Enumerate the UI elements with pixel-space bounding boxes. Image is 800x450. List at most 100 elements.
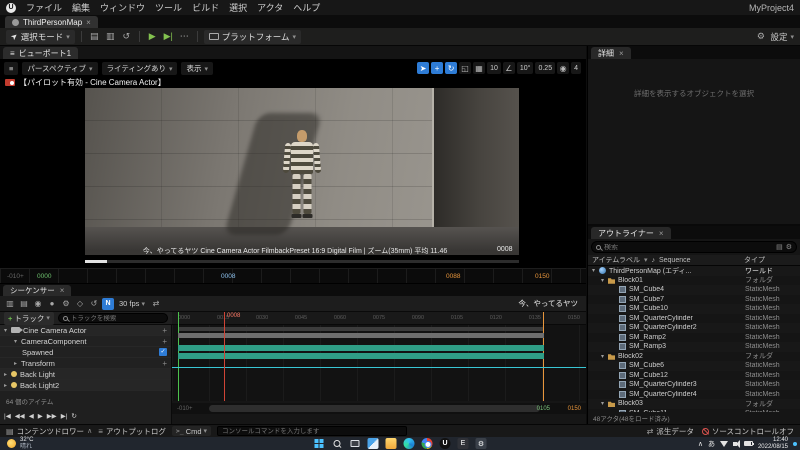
outliner-search-input[interactable] xyxy=(604,243,774,251)
jump-forward-icon[interactable]: ▶▶ xyxy=(47,412,57,420)
play-reverse-icon[interactable]: ◀ xyxy=(29,412,34,420)
pinned-sequence-label[interactable]: Sequence xyxy=(659,257,691,264)
select-tool-icon[interactable]: ➤ xyxy=(417,62,430,74)
widgets-button[interactable] xyxy=(367,438,379,449)
chevron-right-icon[interactable]: ▸ xyxy=(4,371,11,378)
weather-widget[interactable]: 32°C 晴れ xyxy=(0,437,40,450)
go-to-start-icon[interactable]: |◀ xyxy=(4,412,11,420)
console-command-input[interactable] xyxy=(217,426,408,436)
tab-viewport1[interactable]: ≡ ビューポート1 xyxy=(3,47,79,59)
rotate-tool-icon[interactable]: ↻ xyxy=(445,62,458,74)
sequence-name[interactable]: 今、やってるヤツ xyxy=(518,298,582,309)
view-mode-button[interactable]: ライティングあり ▾ xyxy=(101,62,178,75)
track-transform[interactable]: ▸ Transform + xyxy=(0,358,171,369)
spawned-checkbox[interactable]: ✓ xyxy=(159,348,167,356)
save-icon[interactable]: ▥ xyxy=(104,30,117,43)
ime-indicator[interactable]: あ xyxy=(708,439,715,449)
task-view-button[interactable] xyxy=(350,438,361,449)
volume-icon[interactable] xyxy=(732,439,740,448)
type-column-header[interactable]: タイプ xyxy=(744,255,796,265)
snap-icon[interactable]: N xyxy=(102,297,114,310)
close-icon[interactable]: × xyxy=(619,49,624,58)
outliner-row[interactable]: SM_Cube7 StaticMesh xyxy=(588,295,800,305)
tab-sequencer[interactable]: シーケンサー × xyxy=(3,285,72,296)
track-back-light2[interactable]: ▸ Back Light2 xyxy=(0,380,171,391)
camera-cut-section[interactable] xyxy=(178,333,544,338)
grid-snap-icon[interactable]: ▦ xyxy=(473,62,486,74)
settings-app-icon[interactable]: ⚙ xyxy=(475,438,487,449)
expand-arrow-icon[interactable]: ▾ xyxy=(601,353,608,360)
timeline-range-bar[interactable]: -010+ 0105 0150 xyxy=(172,403,586,414)
tab-thirdpersonmap[interactable]: ThirdPersonMap × xyxy=(5,16,98,28)
find-in-browser-icon[interactable]: ▤ xyxy=(18,298,30,310)
menu-item[interactable]: ウィンドウ xyxy=(95,1,150,14)
undo-icon[interactable]: ↺ xyxy=(120,30,133,43)
file-explorer-icon[interactable] xyxy=(385,438,397,449)
chrome-browser-icon[interactable] xyxy=(421,438,433,449)
start-button[interactable] xyxy=(314,438,325,449)
move-tool-icon[interactable]: + xyxy=(431,62,444,74)
outliner-row[interactable]: SM_QuarterCylinder3 StaticMesh xyxy=(588,380,800,390)
close-icon[interactable]: × xyxy=(86,18,91,27)
render-icon[interactable]: ● xyxy=(46,298,58,310)
unreal-engine-icon[interactable]: U xyxy=(439,438,451,449)
add-section-icon[interactable]: + xyxy=(162,326,167,335)
track-cine-camera-actor[interactable]: ▾ Cine Camera Actor + xyxy=(0,325,171,336)
edge-browser-icon[interactable] xyxy=(403,438,415,449)
track-camera-component[interactable]: ▾ CameraComponent + xyxy=(0,336,171,347)
skip-to-end-icon[interactable]: ▶| xyxy=(162,30,175,43)
menu-item[interactable]: 選択 xyxy=(224,1,252,14)
track-spawned[interactable]: Spawned ✓ xyxy=(0,347,171,358)
auto-key-icon[interactable]: ↺ xyxy=(88,298,100,310)
transform-section[interactable] xyxy=(178,353,544,359)
perspective-button[interactable]: パースペクティブ ▾ xyxy=(22,62,98,75)
outliner-header[interactable]: アイテムラベル ▾ ♪ Sequence タイプ xyxy=(588,255,800,266)
outliner-row[interactable]: SM_Cube12 StaticMesh xyxy=(588,371,800,381)
tray-expand-icon[interactable]: ∧ xyxy=(698,440,703,448)
menu-item[interactable]: 編集 xyxy=(67,1,95,14)
platforms-button[interactable]: プラットフォーム ▾ xyxy=(203,29,301,44)
show-button[interactable]: 表示 ▾ xyxy=(181,62,213,75)
camera-scrub-bar[interactable] xyxy=(85,260,519,263)
curve-editor-icon[interactable]: ⇄ xyxy=(150,298,162,310)
camera-speed-value[interactable]: 4 xyxy=(571,62,581,74)
outliner-row[interactable]: SM_QuarterCylinder4 StaticMesh xyxy=(588,390,800,400)
search-button[interactable] xyxy=(332,438,343,449)
expand-arrow-icon[interactable]: ▾ xyxy=(592,267,599,274)
outliner-row[interactable]: SM_Cube4 StaticMesh xyxy=(588,285,800,295)
outliner-row[interactable]: ▾ ThirdPersonMap (エディ... ワールド xyxy=(588,266,800,276)
viewport-time-ruler[interactable]: -010+ 0000 0008 0088 0150 xyxy=(0,268,586,283)
outliner-row[interactable]: SM_Cube10 StaticMesh xyxy=(588,304,800,314)
rotation-snap-icon[interactable]: ∠ xyxy=(502,62,515,74)
chevron-down-icon[interactable]: ▾ xyxy=(4,327,11,334)
range-scrollbar-thumb[interactable] xyxy=(209,405,541,412)
menu-item[interactable]: アクタ xyxy=(252,1,288,14)
close-icon[interactable]: × xyxy=(60,286,65,295)
scale-tool-icon[interactable]: ◱ xyxy=(459,62,472,74)
battery-icon[interactable] xyxy=(743,441,754,446)
actions-icon[interactable]: ⚙ xyxy=(60,298,72,310)
tab-outliner[interactable]: アウトライナー × xyxy=(591,227,671,239)
outliner-row[interactable]: SM_Ramp3 StaticMesh xyxy=(588,342,800,352)
outliner-row[interactable]: ▾ Block03 フォルダ xyxy=(588,399,800,409)
outliner-row[interactable]: ▾ Block01 フォルダ xyxy=(588,276,800,286)
track-back-light[interactable]: ▸ Back Light xyxy=(0,369,171,380)
add-section-icon[interactable]: + xyxy=(162,337,167,346)
derived-data-button[interactable]: ⇄ 派生データ xyxy=(647,426,694,437)
settings-icon[interactable]: ⚙ xyxy=(786,243,792,251)
close-icon[interactable]: × xyxy=(659,229,664,238)
label-column-header[interactable]: アイテムラベル xyxy=(592,255,640,265)
expand-arrow-icon[interactable]: ▾ xyxy=(601,277,608,284)
loop-icon[interactable]: ↻ xyxy=(71,412,76,420)
wifi-icon[interactable] xyxy=(719,440,728,447)
go-to-end-icon[interactable]: ▶| xyxy=(61,412,68,420)
track-search[interactable] xyxy=(57,313,168,323)
settings-button[interactable]: ⚙ 設定 ▾ xyxy=(754,30,794,43)
cmd-dropdown[interactable]: >_ Cmd ▾ xyxy=(171,426,212,436)
keyframe-icon[interactable]: ◇ xyxy=(74,298,86,310)
outliner-row[interactable]: SM_QuarterCylinder StaticMesh xyxy=(588,314,800,324)
chevron-right-icon[interactable]: ▸ xyxy=(4,382,11,389)
outliner-row[interactable]: SM_Ramp2 StaticMesh xyxy=(588,333,800,343)
chevron-down-icon[interactable]: ▾ xyxy=(14,338,21,345)
chevron-right-icon[interactable]: ▸ xyxy=(14,360,21,367)
